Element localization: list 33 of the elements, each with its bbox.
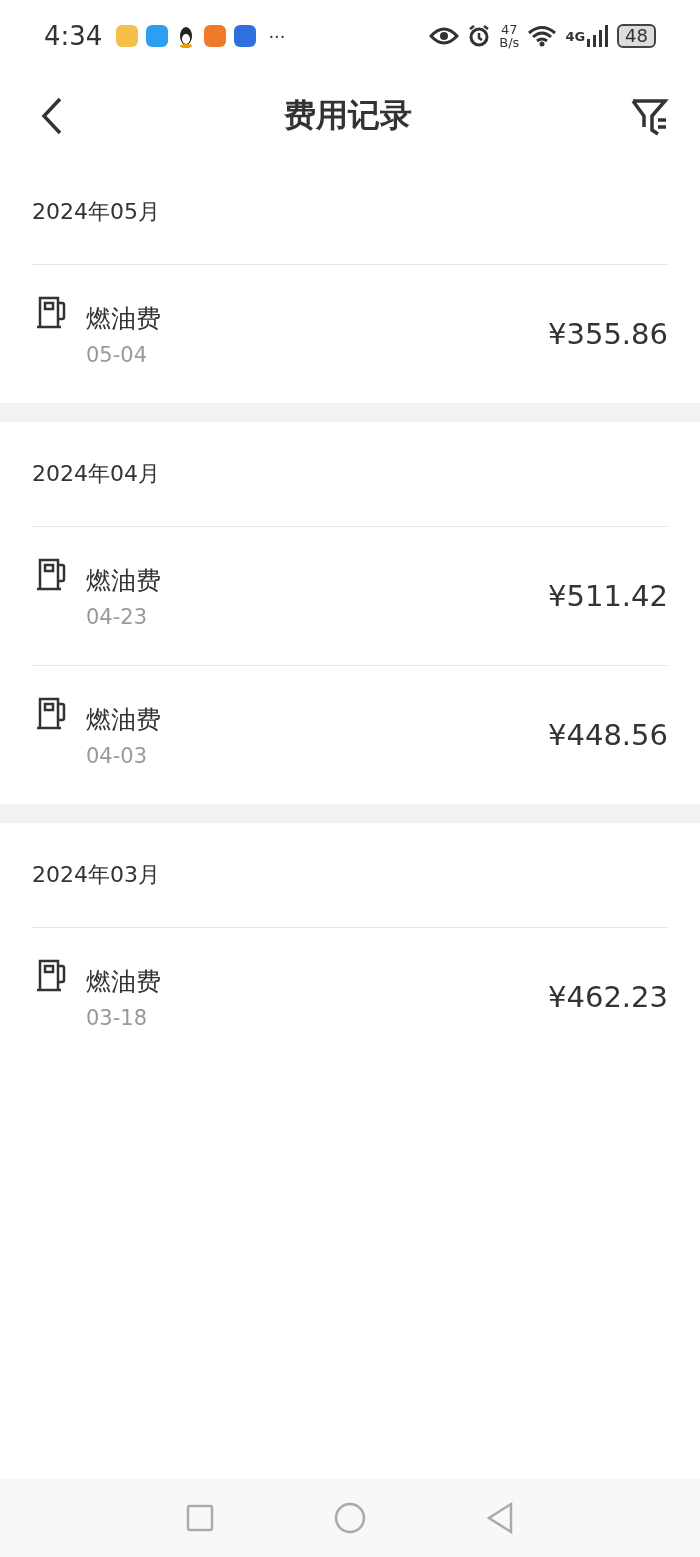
fuel-pump-icon — [36, 696, 68, 730]
network-speed-unit: B/s — [499, 36, 520, 49]
home-icon[interactable] — [334, 1502, 366, 1534]
month-heading: 2024年04月 — [31, 460, 161, 488]
fuel-pump-icon — [36, 557, 68, 591]
expense-name: 燃油费 — [86, 703, 162, 736]
more-notifications: ··· — [268, 25, 286, 47]
filter-icon[interactable] — [630, 96, 670, 136]
expense-date: 03-18 — [86, 1005, 149, 1030]
expense-name: 燃油费 — [86, 564, 162, 597]
expense-amount: ¥462.23 — [548, 980, 668, 1014]
fuel-pump-icon — [36, 295, 68, 329]
eye-icon — [429, 26, 460, 46]
expense-amount: ¥355.86 — [548, 317, 668, 351]
recent-apps-icon[interactable] — [186, 1504, 214, 1532]
month-heading: 2024年05月 — [31, 198, 161, 226]
expense-name: 燃油费 — [86, 965, 162, 998]
expense-date: 04-23 — [86, 604, 149, 629]
expense-name: 燃油费 — [86, 302, 162, 335]
status-time: 4:34 — [44, 21, 103, 51]
expense-date: 05-04 — [86, 342, 149, 367]
network-type: 4G — [565, 28, 586, 44]
signal-icon — [587, 25, 610, 47]
battery-level: 48 — [617, 24, 656, 48]
back-nav-icon[interactable] — [486, 1502, 514, 1534]
expense-amount: ¥448.56 — [548, 718, 668, 752]
wifi-icon — [527, 25, 558, 47]
expense-amount: ¥511.42 — [548, 579, 668, 613]
fuel-pump-icon — [36, 958, 68, 992]
month-heading: 2024年03月 — [31, 861, 161, 889]
page-title: 费用记录 — [284, 95, 412, 136]
network-speed-value: 47 — [501, 23, 518, 36]
expense-date: 04-03 — [86, 743, 149, 768]
